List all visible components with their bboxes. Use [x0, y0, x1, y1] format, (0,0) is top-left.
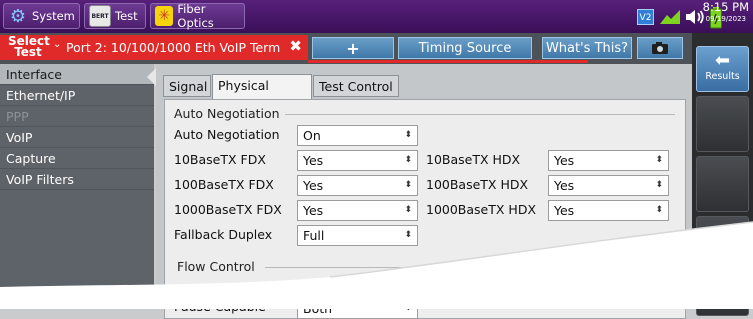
tab-signal[interactable]: Signal	[163, 75, 211, 97]
updown-icon: ⬍	[404, 205, 412, 215]
updown-icon: ⬍	[404, 180, 412, 190]
group-divider	[265, 267, 675, 268]
system-label: System	[32, 9, 75, 23]
100basetx-hdx-label: 100BaseTX HDX	[426, 177, 529, 192]
group-title-flow-control: Flow Control	[177, 259, 255, 274]
close-icon[interactable]: ✖	[289, 37, 302, 55]
fiber-optics-button[interactable]: ✳ Fiber Optics	[150, 2, 245, 30]
chevron-down-icon: ⌄	[53, 39, 62, 50]
screenshot-button[interactable]	[637, 37, 683, 59]
nav-item-ppp: PPP	[0, 106, 154, 127]
timing-source-button[interactable]: Timing Source	[398, 37, 532, 59]
back-arrow-icon: ⬅	[714, 50, 731, 71]
soft-key-3[interactable]	[696, 216, 749, 272]
test-title: Port 2: 10/100/1000 Eth VoIP Term	[66, 40, 281, 55]
1000basetx-hdx-value: Yes	[554, 203, 575, 218]
10basetx-hdx-label: 10BaseTX HDX	[426, 152, 521, 167]
clock: 8:15 PM 09/19/2023	[702, 0, 749, 23]
nav-item-ethernet-ip[interactable]: Ethernet/IP	[0, 85, 154, 106]
test-label: Test	[115, 9, 138, 23]
tab-test-control[interactable]: Test Control	[313, 75, 399, 97]
100basetx-fdx-select[interactable]: Yes ⬍	[297, 175, 418, 196]
select-test-text: Select Test	[8, 34, 50, 59]
updown-icon: ⬍	[404, 130, 412, 140]
nav-item-voip-filters[interactable]: VoIP Filters	[0, 169, 154, 190]
auto-negotiation-select[interactable]: On ⬍	[297, 125, 418, 146]
fallback-duplex-value: Full	[303, 228, 325, 243]
100basetx-hdx-value: Yes	[554, 178, 575, 193]
fallback-duplex-select[interactable]: Full ⬍	[297, 225, 418, 246]
10basetx-fdx-label: 10BaseTX FDX	[174, 152, 266, 167]
tab-underline	[308, 60, 588, 63]
whats-this-button[interactable]: What's This?	[542, 37, 632, 59]
bert-icon: BERT	[89, 5, 111, 27]
test-button[interactable]: BERT Test	[84, 3, 146, 29]
10basetx-hdx-select[interactable]: Yes ⬍	[548, 150, 669, 171]
select-test-label: Select Test	[8, 34, 50, 59]
updown-icon: ⬍	[404, 155, 412, 165]
tab-physical-layer[interactable]: Physical Layer	[212, 74, 312, 115]
system-button[interactable]: ⚙ System	[3, 3, 80, 29]
10basetx-fdx-select[interactable]: Yes ⬍	[297, 150, 418, 171]
1000basetx-hdx-label: 1000BaseTX HDX	[426, 202, 537, 217]
results-label: Results	[705, 71, 740, 82]
soft-key-4[interactable]	[696, 276, 749, 316]
clock-time: 8:15 PM	[702, 0, 749, 14]
v2-status-icon[interactable]: V2	[637, 9, 654, 25]
network-status-icon[interactable]	[659, 9, 681, 25]
auto-negotiation-label: Auto Negotiation	[174, 127, 280, 142]
group-divider	[285, 114, 675, 115]
updown-icon: ⬍	[404, 230, 412, 240]
auto-negotiation-value: On	[303, 128, 321, 143]
gear-icon: ⚙	[9, 5, 27, 27]
100basetx-fdx-value: Yes	[303, 178, 324, 193]
updown-icon: ⬍	[655, 205, 663, 215]
soft-key-2[interactable]	[696, 156, 749, 212]
1000basetx-fdx-value: Yes	[303, 203, 324, 218]
1000basetx-fdx-label: 1000BaseTX FDX	[174, 202, 282, 217]
soft-key-1[interactable]	[696, 96, 749, 152]
1000basetx-hdx-select[interactable]: Yes ⬍	[548, 200, 669, 221]
fiber-optics-label: Fiber Optics	[177, 2, 214, 30]
add-test-button[interactable]: +	[312, 37, 394, 59]
left-nav: Interface Ethernet/IP PPP VoIP Capture V…	[0, 64, 154, 309]
10basetx-fdx-value: Yes	[303, 153, 324, 168]
clock-date: 09/19/2023	[705, 14, 746, 23]
results-button[interactable]: ⬅ Results	[696, 46, 749, 92]
select-test-tab[interactable]: Select Test ⌄ Port 2: 10/100/1000 Eth Vo…	[0, 35, 308, 60]
updown-icon: ⬍	[655, 155, 663, 165]
system-top-bar: ⚙ System BERT Test ✳ Fiber Optics V2 8:1…	[0, 0, 753, 33]
fallback-duplex-label: Fallback Duplex	[174, 227, 273, 242]
nav-item-voip[interactable]: VoIP	[0, 127, 154, 148]
results-column: ⬅ Results	[692, 33, 753, 316]
100basetx-hdx-select[interactable]: Yes ⬍	[548, 175, 669, 196]
1000basetx-fdx-select[interactable]: Yes ⬍	[297, 200, 418, 221]
pause-capable-label: Pause Capable	[174, 299, 266, 314]
100basetx-fdx-label: 100BaseTX FDX	[174, 177, 274, 192]
nav-item-interface[interactable]: Interface	[0, 64, 154, 85]
updown-icon: ⬍	[655, 180, 663, 190]
test-tab-bar: Select Test ⌄ Port 2: 10/100/1000 Eth Vo…	[0, 33, 692, 64]
camera-icon	[652, 42, 668, 54]
fiber-optics-icon: ✳	[155, 6, 174, 26]
group-title-auto-negotiation: Auto Negotiation	[174, 106, 280, 121]
physical-layer-content: Auto Negotiation Auto Negotiation On ⬍ 10…	[164, 99, 686, 319]
main-panel: Signal Physical Layer Test Control Auto …	[156, 64, 692, 319]
selection-pointer	[147, 68, 156, 86]
nav-item-capture[interactable]: Capture	[0, 148, 154, 169]
10basetx-hdx-value: Yes	[554, 153, 575, 168]
